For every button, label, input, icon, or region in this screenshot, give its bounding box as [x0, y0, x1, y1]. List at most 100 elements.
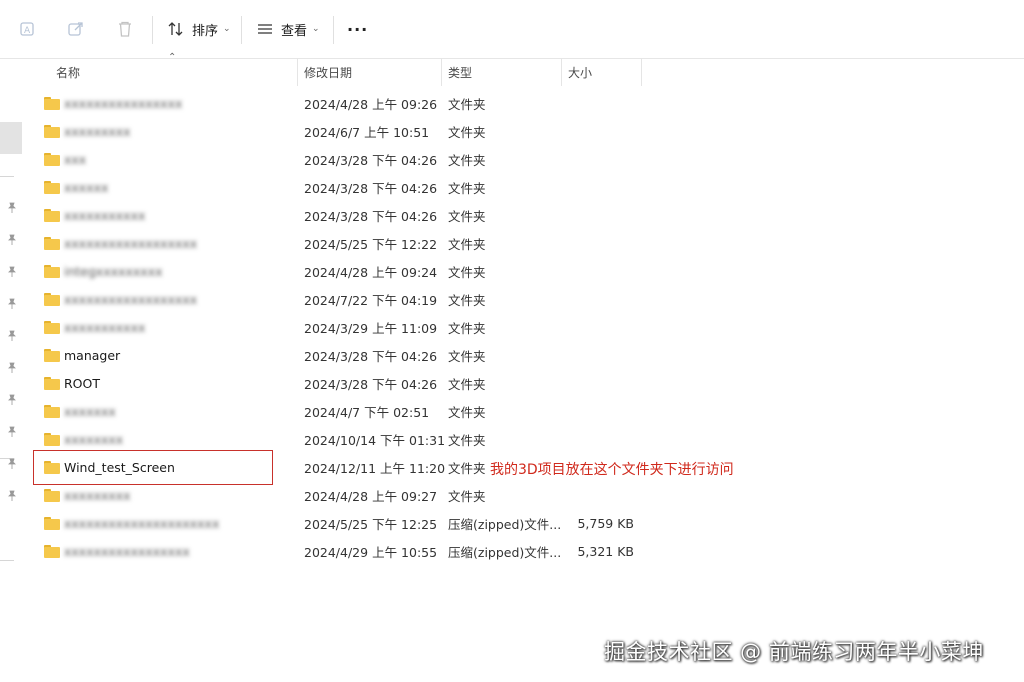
nav-divider — [0, 560, 14, 561]
file-type: 文件夹 — [448, 460, 486, 476]
share-button[interactable] — [66, 14, 86, 44]
file-name: xxxxxxxxxxx — [64, 319, 146, 335]
file-modified-date: 2024/3/28 下午 04:26 — [304, 180, 438, 196]
pin-icon[interactable] — [6, 490, 18, 502]
file-type: 文件夹 — [448, 376, 486, 392]
file-row[interactable]: xxxxxxxxxxxxxxxx 2024/4/28 上午 09:26 文件夹 — [30, 89, 670, 117]
pin-icon[interactable] — [6, 458, 18, 470]
file-modified-date: 2024/5/25 下午 12:22 — [304, 236, 438, 252]
pin-icon[interactable] — [6, 234, 18, 246]
folder-icon — [44, 376, 60, 390]
file-name-cell: xxxxxxxxxxxxxxxxxx — [44, 285, 197, 313]
rename-button[interactable]: A — [18, 14, 38, 44]
file-modified-date: 2024/5/25 下午 12:25 — [304, 516, 438, 532]
file-modified-date: 2024/4/28 上午 09:26 — [304, 96, 438, 112]
file-row[interactable]: xxxxxxxxxxxxxxxxxx 2024/7/22 下午 04:19 文件夹 — [30, 285, 670, 313]
view-label: 查看 — [281, 23, 308, 39]
file-row[interactable]: integxxxxxxxxx 2024/4/28 上午 09:24 文件夹 — [30, 257, 670, 285]
column-divider[interactable] — [561, 58, 562, 86]
file-type: 压缩(zipped)文件... — [448, 544, 562, 560]
file-modified-date: 2024/10/14 下午 01:31 — [304, 432, 446, 448]
file-modified-date: 2024/6/7 上午 10:51 — [304, 124, 430, 140]
column-divider[interactable] — [641, 58, 642, 86]
column-header-modified[interactable]: 修改日期 — [304, 58, 352, 86]
file-type: 文件夹 — [448, 264, 486, 280]
view-button[interactable]: 查看 ⌄ — [255, 14, 320, 44]
share-icon — [66, 19, 86, 39]
pin-icon[interactable] — [6, 362, 18, 374]
sort-button[interactable]: 排序 ⌄ — [166, 14, 231, 44]
file-name: xxxxxxxxx — [64, 123, 131, 139]
folder-icon — [44, 348, 60, 362]
file-row[interactable]: xxxxxxxxxxxxxxxxxx 2024/5/25 下午 12:22 文件夹 — [30, 229, 670, 257]
file-modified-date: 2024/3/28 下午 04:26 — [304, 348, 438, 364]
file-row[interactable]: xxx 2024/3/28 下午 04:26 文件夹 — [30, 145, 670, 173]
file-name: integxxxxxxxxx — [64, 263, 163, 279]
file-row[interactable]: xxxxxxx 2024/4/7 下午 02:51 文件夹 — [30, 397, 670, 425]
file-name-cell: manager — [44, 341, 120, 369]
folder-icon — [44, 264, 60, 278]
file-size — [560, 313, 634, 341]
file-row[interactable]: xxxxxxxxxxx 2024/3/28 下午 04:26 文件夹 — [30, 201, 670, 229]
pin-icon[interactable] — [6, 266, 18, 278]
folder-icon — [44, 124, 60, 138]
column-header-type[interactable]: 类型 — [448, 58, 472, 86]
file-size — [560, 173, 634, 201]
pin-icon[interactable] — [6, 394, 18, 406]
file-type: 文件夹 — [448, 152, 486, 168]
file-name: manager — [64, 347, 121, 363]
file-row[interactable]: manager 2024/3/28 下午 04:26 文件夹 — [30, 341, 670, 369]
file-row[interactable]: xxxxxxxx 2024/10/14 下午 01:31 文件夹 — [30, 425, 670, 453]
file-row[interactable]: xxxxxxxxxxxxxxxxx 2024/4/29 上午 10:55 压缩(zi… — [30, 537, 670, 565]
file-size — [560, 369, 634, 397]
file-name: xxx — [64, 151, 87, 167]
file-name: xxxxxxxxxxxxxxxxxx — [64, 291, 198, 307]
file-row[interactable]: xxxxxxxxx 2024/6/7 上午 10:51 文件夹 — [30, 117, 670, 145]
trash-icon — [115, 19, 135, 39]
sort-ascending-icon: ⌃ — [168, 52, 177, 63]
file-modified-date: 2024/4/29 上午 10:55 — [304, 544, 438, 560]
pin-icon[interactable] — [6, 426, 18, 438]
pin-icon[interactable] — [6, 202, 18, 214]
file-size — [560, 285, 634, 313]
nav-divider — [0, 176, 14, 177]
file-name: xxxxxxxx — [64, 431, 124, 447]
file-name-cell: xxxxxxxxxxx — [44, 313, 145, 341]
file-size: 5,321 KB — [577, 543, 634, 559]
chevron-down-icon: ⌄ — [223, 24, 231, 34]
more-options-button[interactable]: ··· — [347, 14, 368, 44]
file-type: 文件夹 — [448, 432, 486, 448]
file-type: 文件夹 — [448, 208, 486, 224]
file-row[interactable]: xxxxxxxxxxx 2024/3/29 上午 11:09 文件夹 — [30, 313, 670, 341]
toolbar-divider — [152, 16, 153, 44]
file-row[interactable]: xxxxxxxxxxxxxxxxxxxxx 2024/5/25 下午 12:25 压… — [30, 509, 670, 537]
folder-icon — [44, 96, 60, 110]
file-name-cell: xxxxxxx — [44, 397, 116, 425]
column-divider[interactable] — [441, 58, 442, 86]
sort-icon — [166, 19, 186, 39]
column-header-name[interactable]: 名称 — [56, 58, 80, 86]
annotation-text: 我的3D项目放在这个文件夹下进行访问 — [490, 462, 734, 478]
folder-icon — [44, 180, 60, 194]
file-type: 文件夹 — [448, 348, 486, 364]
file-name-cell: xxxxxxxxxxx — [44, 201, 145, 229]
file-row[interactable]: xxxxxxxxx 2024/4/28 上午 09:27 文件夹 — [30, 481, 670, 509]
file-modified-date: 2024/3/29 上午 11:09 — [304, 320, 438, 336]
more-icon: ··· — [347, 19, 369, 39]
file-size — [560, 229, 634, 257]
file-modified-date: 2024/4/7 下午 02:51 — [304, 404, 430, 420]
file-row[interactable]: xxxxxx 2024/3/28 下午 04:26 文件夹 — [30, 173, 670, 201]
delete-button[interactable] — [115, 14, 135, 44]
column-header-size[interactable]: 大小 — [568, 58, 592, 86]
pin-icon[interactable] — [6, 298, 18, 310]
folder-icon — [44, 292, 60, 306]
file-size — [560, 341, 634, 369]
file-name-cell: xxxxxxxxxxxxxxxxxxxxx — [44, 509, 219, 537]
folder-icon — [44, 432, 60, 446]
file-row[interactable]: ROOT 2024/3/28 下午 04:26 文件夹 — [30, 369, 670, 397]
highlight-box — [33, 450, 273, 485]
file-type: 文件夹 — [448, 404, 486, 420]
nav-selected-item[interactable] — [0, 122, 22, 154]
column-divider[interactable] — [297, 58, 298, 86]
pin-icon[interactable] — [6, 330, 18, 342]
